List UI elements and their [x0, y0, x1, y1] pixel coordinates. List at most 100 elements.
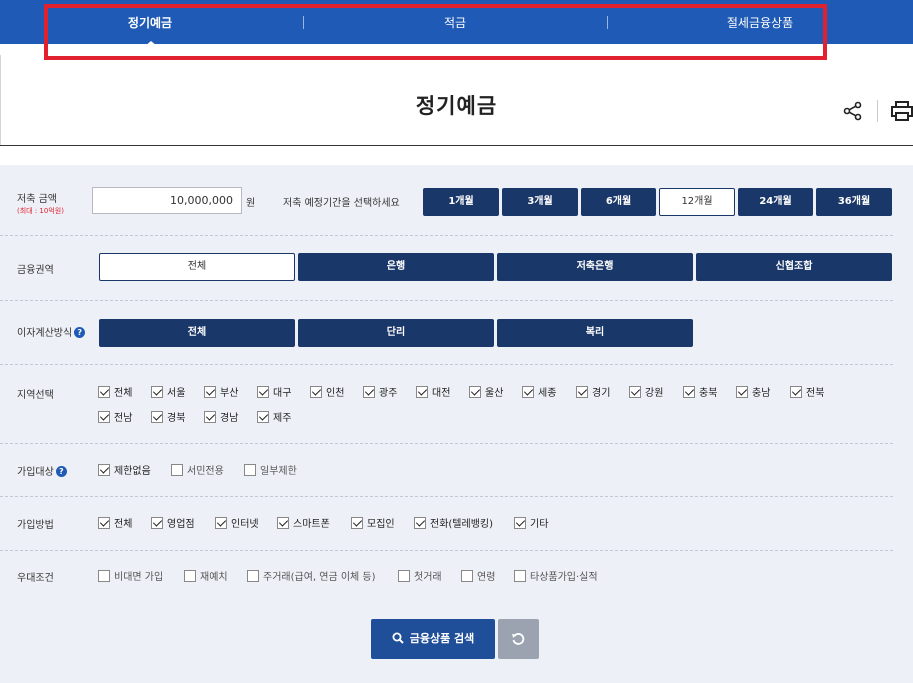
checkbox-checked[interactable]: [98, 464, 110, 476]
join-checkbox-all[interactable]: 전체: [98, 515, 132, 531]
eligibility-label: 가입대상: [17, 467, 54, 478]
pref-checkbox-age[interactable]: 연령: [461, 568, 495, 584]
checkbox-checked[interactable]: [257, 411, 269, 423]
pref-checkbox-first-transaction[interactable]: 첫거래: [398, 568, 442, 584]
sector-all-button[interactable]: 전체: [99, 253, 295, 281]
checkbox-checked[interactable]: [736, 386, 748, 398]
pref-checkbox-main-transaction[interactable]: 주거래(급여, 연금 이체 등): [247, 568, 376, 584]
join-checkbox-other[interactable]: 기타: [514, 515, 548, 531]
region-checkbox-gyeonggi[interactable]: 경기: [576, 384, 610, 400]
checkbox-checked[interactable]: [257, 386, 269, 398]
tab-installment-savings[interactable]: 적금: [405, 0, 505, 44]
region-checkbox-jeonnam[interactable]: 전남: [98, 409, 132, 425]
join-checkbox-internet[interactable]: 인터넷: [215, 515, 259, 531]
reset-button[interactable]: [498, 619, 539, 659]
region-checkbox-all[interactable]: 전체: [98, 384, 132, 400]
period-3m-button[interactable]: 3개월: [502, 188, 578, 216]
join-checkbox-phone-banking[interactable]: 전화(텔레뱅킹): [414, 515, 493, 531]
checkbox-unchecked[interactable]: [398, 570, 410, 582]
interest-compound-button[interactable]: 복리: [497, 319, 693, 347]
amount-label: 저축 금액: [17, 194, 57, 205]
region-label: 지역선택: [17, 390, 54, 401]
region-checkbox-gwangju[interactable]: 광주: [363, 384, 397, 400]
checkbox-checked[interactable]: [351, 517, 363, 529]
period-12m-button[interactable]: 12개월: [659, 188, 735, 216]
pref-checkbox-other-product[interactable]: 타상품가입·실적: [514, 568, 598, 584]
checkbox-checked[interactable]: [576, 386, 588, 398]
eligibility-checkbox-partial-limit[interactable]: 일부제한: [244, 462, 297, 478]
sector-bank-button[interactable]: 은행: [298, 253, 494, 281]
checkbox-checked[interactable]: [414, 517, 426, 529]
tab-tax-saving-products[interactable]: 절세금융상품: [700, 0, 820, 44]
help-icon[interactable]: ?: [55, 466, 67, 477]
share-icon[interactable]: [843, 101, 863, 121]
period-36m-button[interactable]: 36개월: [816, 188, 892, 216]
region-checkbox-chungnam[interactable]: 충남: [736, 384, 770, 400]
checkbox-checked[interactable]: [514, 517, 526, 529]
region-checkbox-daegu[interactable]: 대구: [257, 384, 291, 400]
checkbox-checked[interactable]: [629, 386, 641, 398]
region-checkbox-daejeon[interactable]: 대전: [416, 384, 450, 400]
row-divider: [0, 300, 893, 301]
region-checkbox-jeju[interactable]: 제주: [257, 409, 291, 425]
checkbox-unchecked[interactable]: [514, 570, 526, 582]
checkbox-unchecked[interactable]: [171, 464, 183, 476]
tab-divider: [303, 16, 304, 29]
search-icon: [392, 632, 404, 644]
checkbox-checked[interactable]: [363, 386, 375, 398]
region-checkbox-gyeongnam[interactable]: 경남: [204, 409, 238, 425]
checkbox-checked[interactable]: [151, 386, 163, 398]
region-checkbox-sejong[interactable]: 세종: [522, 384, 556, 400]
eligibility-checkbox-no-limit[interactable]: 제한없음: [98, 462, 151, 478]
checkbox-checked[interactable]: [98, 517, 110, 529]
region-checkbox-incheon[interactable]: 인천: [310, 384, 344, 400]
checkbox-unchecked[interactable]: [98, 570, 110, 582]
tab-time-deposit[interactable]: 정기예금: [100, 0, 200, 44]
sector-savings-bank-button[interactable]: 저축은행: [497, 253, 693, 281]
region-checkbox-seoul[interactable]: 서울: [151, 384, 185, 400]
period-24m-button[interactable]: 24개월: [738, 188, 813, 216]
search-button-label: 금융상품 검색: [409, 632, 475, 645]
checkbox-checked[interactable]: [469, 386, 481, 398]
checkbox-checked[interactable]: [151, 517, 163, 529]
checkbox-checked[interactable]: [204, 411, 216, 423]
checkbox-checked[interactable]: [98, 386, 110, 398]
page-title: 정기예금: [415, 94, 498, 118]
checkbox-checked[interactable]: [522, 386, 534, 398]
checkbox-checked[interactable]: [204, 386, 216, 398]
join-checkbox-agent[interactable]: 모집인: [351, 515, 395, 531]
checkbox-unchecked[interactable]: [184, 570, 196, 582]
region-checkbox-chungbuk[interactable]: 충북: [683, 384, 717, 400]
checkbox-unchecked[interactable]: [244, 464, 256, 476]
row-divider: [0, 496, 893, 497]
period-1m-button[interactable]: 1개월: [423, 188, 499, 216]
amount-input[interactable]: 10,000,000: [92, 187, 242, 214]
checkbox-checked[interactable]: [416, 386, 428, 398]
period-6m-button[interactable]: 6개월: [581, 188, 656, 216]
sector-credit-union-button[interactable]: 신협조합: [696, 253, 892, 281]
checkbox-checked[interactable]: [151, 411, 163, 423]
interest-simple-button[interactable]: 단리: [298, 319, 494, 347]
eligibility-checkbox-low-income[interactable]: 서민전용: [171, 462, 224, 478]
region-checkbox-jeonbuk[interactable]: 전북: [790, 384, 824, 400]
join-checkbox-smartphone[interactable]: 스마트폰: [277, 515, 330, 531]
pref-checkbox-untact[interactable]: 비대면 가입: [98, 568, 163, 584]
checkbox-unchecked[interactable]: [247, 570, 259, 582]
checkbox-checked[interactable]: [98, 411, 110, 423]
checkbox-checked[interactable]: [683, 386, 695, 398]
region-checkbox-gyeongbuk[interactable]: 경북: [151, 409, 185, 425]
interest-all-button[interactable]: 전체: [99, 319, 295, 347]
checkbox-checked[interactable]: [790, 386, 802, 398]
checkbox-unchecked[interactable]: [461, 570, 473, 582]
region-checkbox-ulsan[interactable]: 울산: [469, 384, 503, 400]
join-checkbox-branch[interactable]: 영업점: [151, 515, 195, 531]
checkbox-checked[interactable]: [277, 517, 289, 529]
pref-checkbox-redeposit[interactable]: 재예치: [184, 568, 228, 584]
print-icon[interactable]: [890, 100, 913, 122]
checkbox-checked[interactable]: [310, 386, 322, 398]
help-icon[interactable]: ?: [74, 327, 86, 338]
region-checkbox-gangwon[interactable]: 강원: [629, 384, 663, 400]
checkbox-checked[interactable]: [215, 517, 227, 529]
region-checkbox-busan[interactable]: 부산: [204, 384, 238, 400]
search-button[interactable]: 금융상품 검색: [371, 619, 495, 659]
